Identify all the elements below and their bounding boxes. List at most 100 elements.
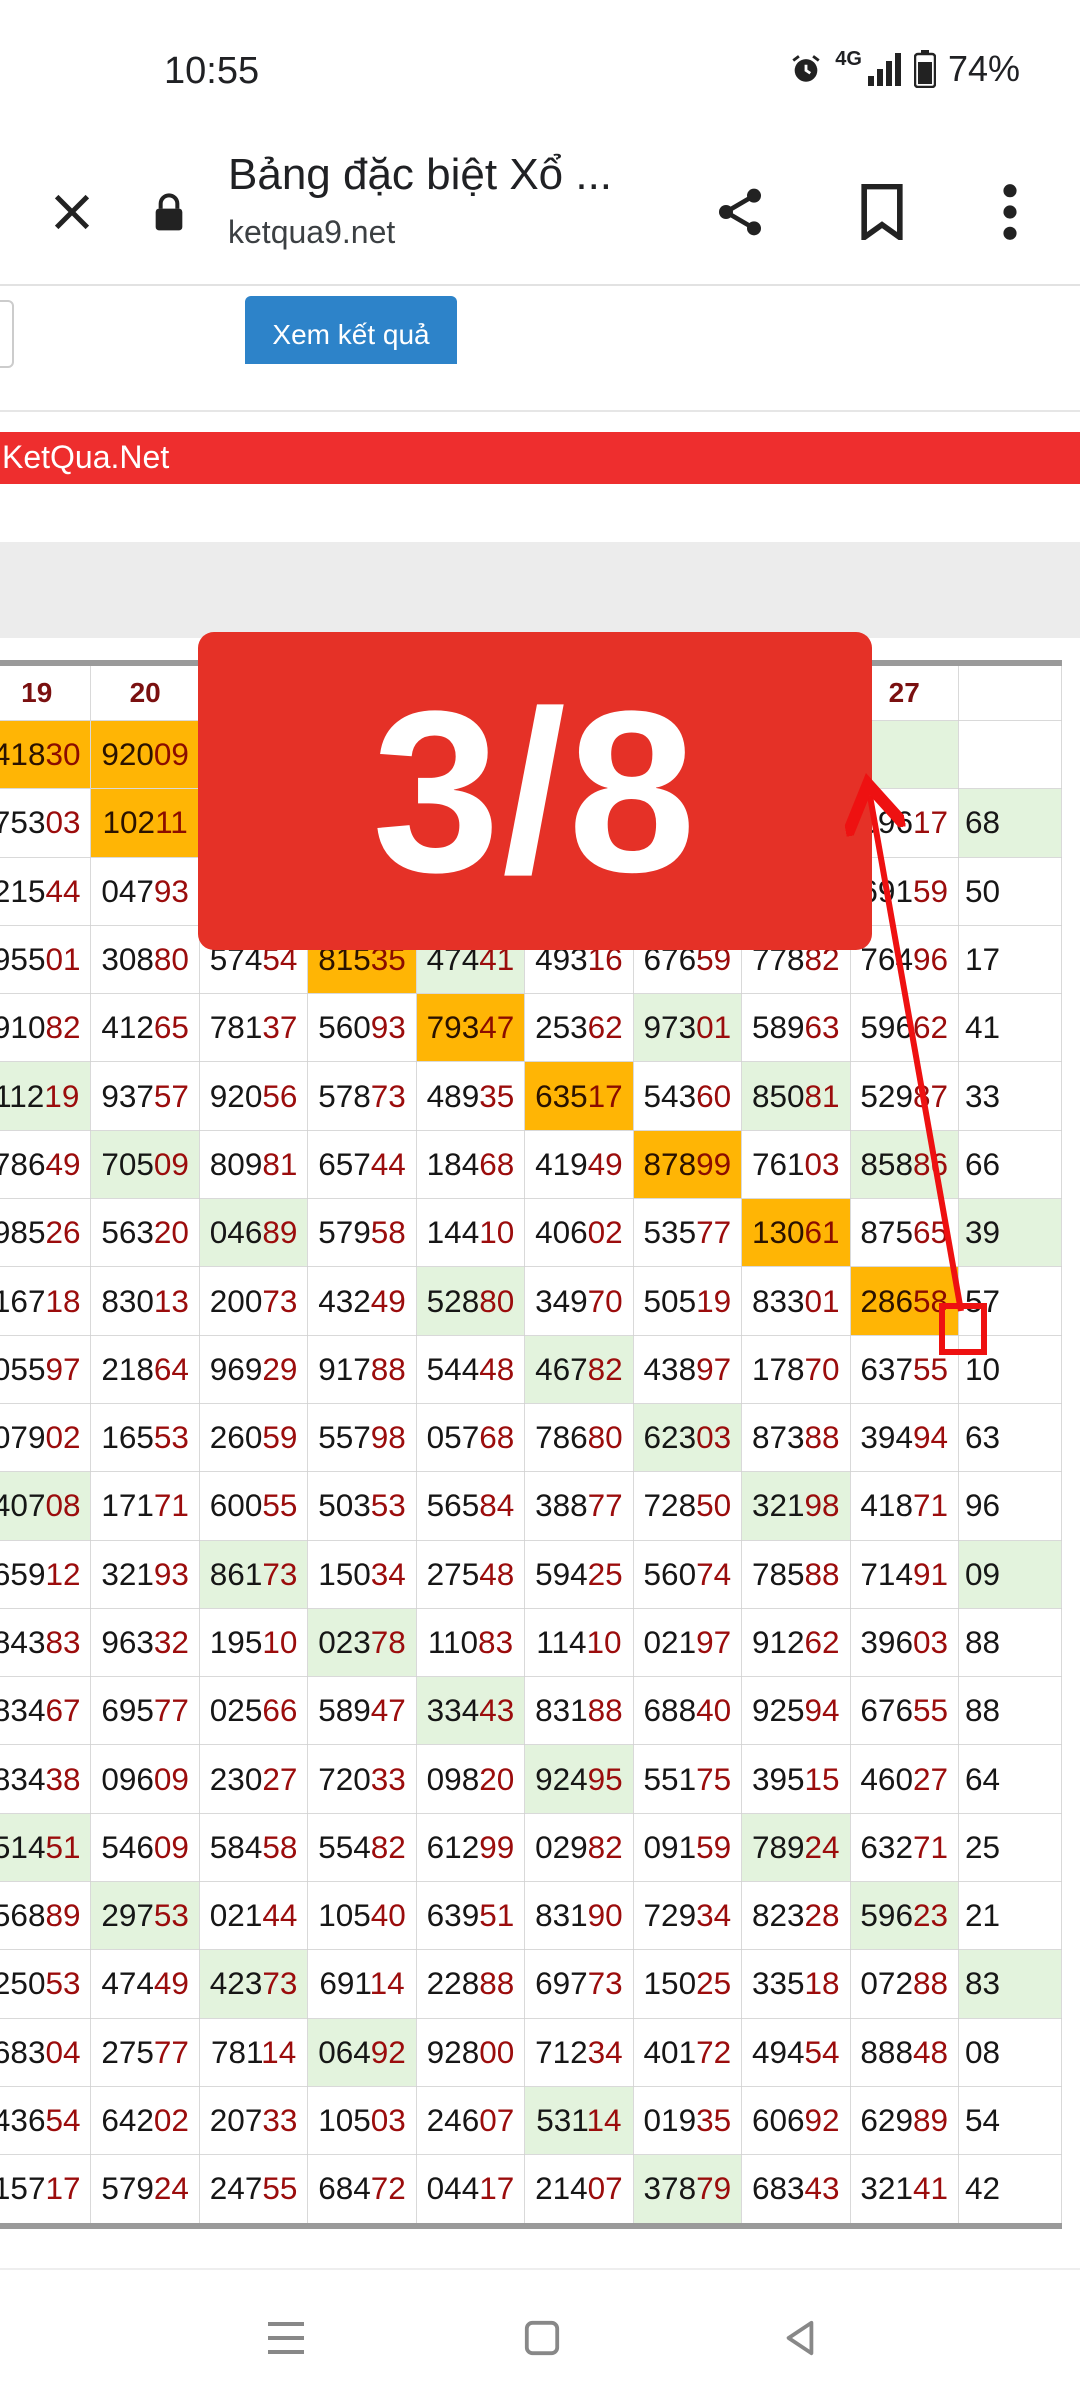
cell-last-two-digits: 48: [479, 1555, 515, 1592]
cell-last-two-digits: 44: [45, 872, 81, 909]
cell-prefix-digits: 171: [101, 1487, 154, 1524]
cell-last-two-digits: 41: [912, 2170, 949, 2207]
cell-prefix-digits: 406: [535, 1214, 588, 1251]
table-cell: 27548: [415, 1539, 526, 1609]
table-cell: 16718: [0, 1266, 92, 1336]
cell-prefix-digits: 928: [426, 2033, 480, 2070]
cell-partial-digits: 10: [964, 1350, 1000, 1387]
web-content: Xem kết quả KetQua.Net 19202122232425262…: [0, 286, 1080, 2268]
more-options-icon[interactable]: [970, 172, 1050, 252]
table-cell: 10540: [307, 1881, 417, 1951]
cell-last-two-digits: 57: [153, 1077, 189, 1114]
cell-prefix-digits: 535: [643, 1214, 697, 1251]
cell-last-two-digits: 82: [45, 1009, 81, 1046]
cell-prefix-digits: 963: [101, 1624, 154, 1660]
recent-apps-icon[interactable]: [246, 2298, 326, 2378]
cell-prefix-digits: 793: [426, 1009, 480, 1046]
cell-prefix-digits: 096: [101, 1760, 154, 1797]
cell-last-two-digits: 89: [262, 1214, 298, 1251]
table-cell: 50: [957, 856, 1063, 926]
cell-last-two-digits: 26: [45, 1214, 81, 1251]
cell-partial-digits: 68: [964, 804, 1000, 841]
share-icon[interactable]: [700, 172, 780, 252]
cell-partial-digits: 50: [964, 872, 1000, 909]
cell-last-two-digits: 51: [45, 1828, 81, 1865]
cell-last-two-digits: 82: [587, 1828, 623, 1865]
view-results-button[interactable]: Xem kết quả: [245, 296, 457, 364]
cell-last-two-digits: 30: [45, 736, 81, 773]
cell-last-two-digits: 77: [696, 1214, 732, 1251]
table-cell: 79347: [415, 993, 526, 1063]
cell-prefix-digits: 531: [536, 2102, 587, 2139]
cell-last-two-digits: 00: [479, 2033, 515, 2070]
back-icon[interactable]: [760, 2298, 840, 2378]
table-cell: 68343: [741, 2154, 851, 2227]
table-cell: 95501: [0, 924, 92, 995]
cell-partial-digits: 21: [964, 1897, 1000, 1934]
table-cell: 09159: [632, 1812, 743, 1883]
cell-prefix-digits: 589: [318, 1692, 371, 1729]
close-icon[interactable]: [32, 172, 112, 252]
date-input[interactable]: [0, 300, 14, 368]
table-cell: 10503: [307, 2085, 417, 2156]
home-icon[interactable]: [502, 2298, 582, 2378]
cell-prefix-digits: 228: [426, 1965, 480, 2002]
table-cell: 72934: [632, 1881, 743, 1951]
table-cell: 58947: [307, 1676, 417, 1746]
cell-prefix-digits: 831: [535, 1692, 588, 1729]
table-cell: 07902: [0, 1402, 92, 1473]
cell-prefix-digits: 395: [751, 1760, 805, 1797]
cell-prefix-digits: 969: [209, 1350, 263, 1387]
cell-prefix-digits: 214: [535, 2170, 588, 2207]
cell-prefix-digits: 785: [751, 1555, 805, 1592]
table-cell: 82328: [741, 1881, 851, 1951]
lock-icon[interactable]: [144, 172, 194, 252]
page-url[interactable]: ketqua9.net: [228, 214, 395, 251]
page-title[interactable]: Bảng đặc biệt Xổ ...: [228, 150, 612, 200]
cell-last-two-digits: 19: [44, 1077, 80, 1114]
cell-prefix-digits: 554: [318, 1828, 371, 1865]
cell-prefix-digits: 563: [101, 1214, 154, 1251]
cell-prefix-digits: 831: [535, 1897, 588, 1934]
table-row: 2505347449423736911422888697731502533518…: [0, 1949, 1063, 2019]
cell-prefix-digits: 786: [535, 1419, 588, 1456]
cell-last-two-digits: 20: [153, 1214, 189, 1251]
table-cell: 25362: [524, 993, 634, 1063]
cell-last-two-digits: 14: [369, 1965, 405, 2002]
table-cell: 56320: [90, 1198, 200, 1268]
cell-prefix-digits: 629: [860, 2102, 913, 2139]
table-cell: 32198: [741, 1471, 851, 1541]
cell-prefix-digits: 560: [643, 1555, 697, 1592]
table-cell: 57958: [307, 1198, 417, 1268]
table-cell: 32141: [849, 2154, 959, 2227]
table-cell: 11410: [524, 1607, 634, 1678]
cell-last-two-digits: 49: [370, 1282, 406, 1319]
cell-last-two-digits: 58: [262, 1828, 298, 1865]
table-cell: 62303: [632, 1402, 743, 1473]
cell-last-two-digits: 96: [912, 941, 949, 978]
cell-prefix-digits: 105: [318, 1897, 371, 1934]
table-cell: 97301: [632, 993, 743, 1063]
cell-prefix-digits: 578: [318, 1077, 371, 1114]
cell-last-two-digits: 88: [804, 1419, 840, 1456]
table-cell: 88: [957, 1607, 1063, 1678]
table-cell: 38877: [524, 1471, 634, 1541]
cell-last-two-digits: 14: [586, 2102, 622, 2139]
table-cell: 56889: [0, 1881, 92, 1951]
cell-prefix-digits: 178: [751, 1350, 805, 1387]
bookmark-icon[interactable]: [842, 172, 922, 252]
cell-last-two-digits: 58: [370, 1214, 406, 1251]
table-cell: 65912: [0, 1539, 92, 1609]
cell-prefix-digits: 514: [0, 1828, 46, 1865]
table-cell: 55482: [307, 1812, 417, 1883]
cell-last-two-digits: 35: [479, 1077, 515, 1114]
cell-last-two-digits: 25: [587, 1555, 623, 1592]
cell-partial-digits: 54: [964, 2102, 1000, 2139]
cell-last-two-digits: 93: [153, 1555, 189, 1592]
cell-prefix-digits: 072: [860, 1965, 913, 2002]
cell-prefix-digits: 029: [535, 1828, 588, 1865]
banner-text[interactable]: KetQua.Net: [2, 439, 169, 476]
cell-prefix-digits: 321: [860, 2170, 913, 2207]
table-cell: 47449: [90, 1949, 200, 2019]
cell-last-two-digits: 83: [45, 1624, 81, 1660]
